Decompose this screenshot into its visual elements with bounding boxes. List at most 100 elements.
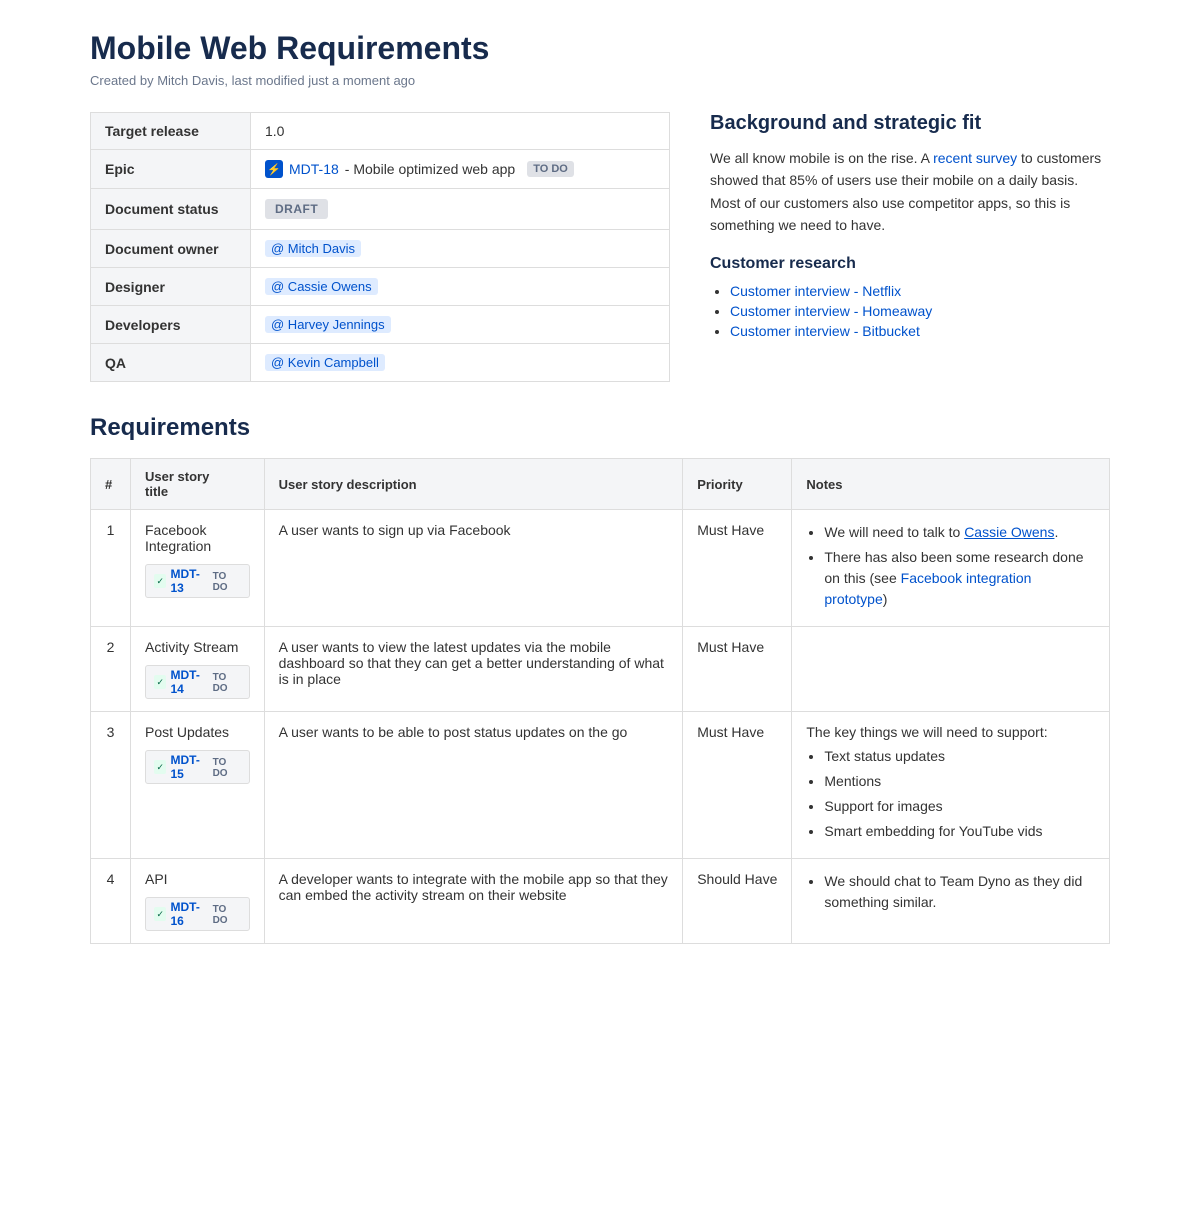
- ticket-icon: ✓: [154, 675, 166, 689]
- row3-num: 3: [91, 712, 131, 859]
- row1-note-2: There has also been some research done o…: [824, 547, 1095, 610]
- table-row: 1 Facebook Integration ✓ MDT-13 TO DO A …: [91, 510, 1110, 627]
- mention-mitch[interactable]: @ Mitch Davis: [265, 240, 361, 257]
- row3-note-3: Support for images: [824, 796, 1095, 817]
- epic-ticket-link[interactable]: MDT-18: [289, 161, 339, 177]
- row2-ticket-link[interactable]: MDT-14: [170, 668, 208, 696]
- row4-ticket-link[interactable]: MDT-16: [170, 900, 208, 928]
- customer-research-heading: Customer research: [710, 255, 1110, 273]
- row1-notes: We will need to talk to Cassie Owens. Th…: [792, 510, 1110, 627]
- row4-note-1: We should chat to Team Dyno as they did …: [824, 871, 1095, 913]
- background-heading: Background and strategic fit: [710, 112, 1110, 135]
- meta-label-release: Target release: [91, 113, 251, 150]
- row3-notes-intro: The key things we will need to support:: [806, 724, 1095, 740]
- meta-value-designer: @ Cassie Owens: [251, 268, 670, 306]
- meta-row-release: Target release 1.0: [91, 113, 670, 150]
- customer-research-list: Customer interview - Netflix Customer in…: [730, 283, 1110, 339]
- meta-value-epic: ⚡ MDT-18 - Mobile optimized web app TO D…: [251, 150, 670, 189]
- table-row: 2 Activity Stream ✓ MDT-14 TO DO A user …: [91, 627, 1110, 712]
- meta-row-qa: QA @ Kevin Campbell: [91, 344, 670, 382]
- meta-label-qa: QA: [91, 344, 251, 382]
- row4-story-title: API: [145, 871, 250, 887]
- ticket-icon: ✓: [154, 760, 166, 774]
- meta-value-status: DRAFT: [251, 189, 670, 230]
- table-header-row: # User storytitle User story description…: [91, 459, 1110, 510]
- research-item-2: Customer interview - Homeaway: [730, 303, 1110, 319]
- ticket-icon: ✓: [154, 907, 166, 921]
- meta-row-epic: Epic ⚡ MDT-18 - Mobile optimized web app…: [91, 150, 670, 189]
- draft-badge: DRAFT: [265, 199, 328, 219]
- row3-note-2: Mentions: [824, 771, 1095, 792]
- ticket-icon: ✓: [154, 574, 166, 588]
- row1-ticket-link[interactable]: MDT-13: [170, 567, 208, 595]
- row1-ticket-badge: ✓ MDT-13 TO DO: [145, 564, 250, 598]
- research-link-homeaway[interactable]: Customer interview - Homeaway: [730, 303, 932, 319]
- meta-row-designer: Designer @ Cassie Owens: [91, 268, 670, 306]
- row3-note-1: Text status updates: [824, 746, 1095, 767]
- row1-description: A user wants to sign up via Facebook: [264, 510, 683, 627]
- col-num: #: [91, 459, 131, 510]
- col-story-title: User storytitle: [131, 459, 265, 510]
- research-link-netflix[interactable]: Customer interview - Netflix: [730, 283, 901, 299]
- meta-row-developers: Developers @ Harvey Jennings: [91, 306, 670, 344]
- research-link-bitbucket[interactable]: Customer interview - Bitbucket: [730, 323, 920, 339]
- requirements-table: # User storytitle User story description…: [90, 458, 1110, 944]
- row2-story-title: Activity Stream: [145, 639, 250, 655]
- meta-label-owner: Document owner: [91, 230, 251, 268]
- col-notes: Notes: [792, 459, 1110, 510]
- row1-num: 1: [91, 510, 131, 627]
- row4-num: 4: [91, 859, 131, 944]
- requirements-heading: Requirements: [90, 414, 1110, 442]
- row2-title-cell: Activity Stream ✓ MDT-14 TO DO: [131, 627, 265, 712]
- row1-priority: Must Have: [683, 510, 792, 627]
- meta-label-epic: Epic: [91, 150, 251, 189]
- background-text: We all know mobile is on the rise. A rec…: [710, 147, 1110, 237]
- cassie-link[interactable]: Cassie Owens: [964, 524, 1054, 540]
- table-row: 4 API ✓ MDT-16 TO DO A developer wants t…: [91, 859, 1110, 944]
- mention-harvey[interactable]: @ Harvey Jennings: [265, 316, 391, 333]
- meta-value-owner: @ Mitch Davis: [251, 230, 670, 268]
- meta-value-developers: @ Harvey Jennings: [251, 306, 670, 344]
- row4-priority: Should Have: [683, 859, 792, 944]
- row3-ticket-link[interactable]: MDT-15: [170, 753, 208, 781]
- row4-notes: We should chat to Team Dyno as they did …: [792, 859, 1110, 944]
- meta-value-qa: @ Kevin Campbell: [251, 344, 670, 382]
- row4-title-cell: API ✓ MDT-16 TO DO: [131, 859, 265, 944]
- research-item-1: Customer interview - Netflix: [730, 283, 1110, 299]
- row4-description: A developer wants to integrate with the …: [264, 859, 683, 944]
- row2-num: 2: [91, 627, 131, 712]
- row1-title-cell: Facebook Integration ✓ MDT-13 TO DO: [131, 510, 265, 627]
- meta-label-designer: Designer: [91, 268, 251, 306]
- row2-todo-label: TO DO: [213, 672, 241, 694]
- top-section: Target release 1.0 Epic ⚡ MDT-18 - Mobil…: [90, 112, 1110, 382]
- research-item-3: Customer interview - Bitbucket: [730, 323, 1110, 339]
- row2-notes: [792, 627, 1110, 712]
- row3-priority: Must Have: [683, 712, 792, 859]
- mention-cassie[interactable]: @ Cassie Owens: [265, 278, 378, 295]
- epic-todo-badge: TO DO: [527, 161, 574, 177]
- row4-ticket-badge: ✓ MDT-16 TO DO: [145, 897, 250, 931]
- row3-description: A user wants to be able to post status u…: [264, 712, 683, 859]
- col-priority: Priority: [683, 459, 792, 510]
- row3-todo-label: TO DO: [213, 757, 241, 779]
- meta-label-developers: Developers: [91, 306, 251, 344]
- meta-row-status: Document status DRAFT: [91, 189, 670, 230]
- meta-row-owner: Document owner @ Mitch Davis: [91, 230, 670, 268]
- row4-todo-label: TO DO: [213, 904, 241, 926]
- page-subtitle: Created by Mitch Davis, last modified ju…: [90, 73, 1110, 88]
- recent-survey-link[interactable]: recent survey: [933, 150, 1017, 166]
- row1-story-title: Facebook Integration: [145, 522, 250, 554]
- col-story-desc: User story description: [264, 459, 683, 510]
- fb-prototype-link[interactable]: Facebook integration prototype: [824, 570, 1031, 607]
- mention-kevin[interactable]: @ Kevin Campbell: [265, 354, 385, 371]
- row2-priority: Must Have: [683, 627, 792, 712]
- row1-note-1: We will need to talk to Cassie Owens.: [824, 522, 1095, 543]
- epic-description: - Mobile optimized web app: [345, 161, 515, 177]
- meta-table: Target release 1.0 Epic ⚡ MDT-18 - Mobil…: [90, 112, 670, 382]
- meta-value-release: 1.0: [251, 113, 670, 150]
- row1-todo-label: TO DO: [213, 571, 241, 593]
- row2-ticket-badge: ✓ MDT-14 TO DO: [145, 665, 250, 699]
- epic-icon: ⚡: [265, 160, 283, 178]
- page-title: Mobile Web Requirements: [90, 30, 1110, 67]
- row3-notes: The key things we will need to support: …: [792, 712, 1110, 859]
